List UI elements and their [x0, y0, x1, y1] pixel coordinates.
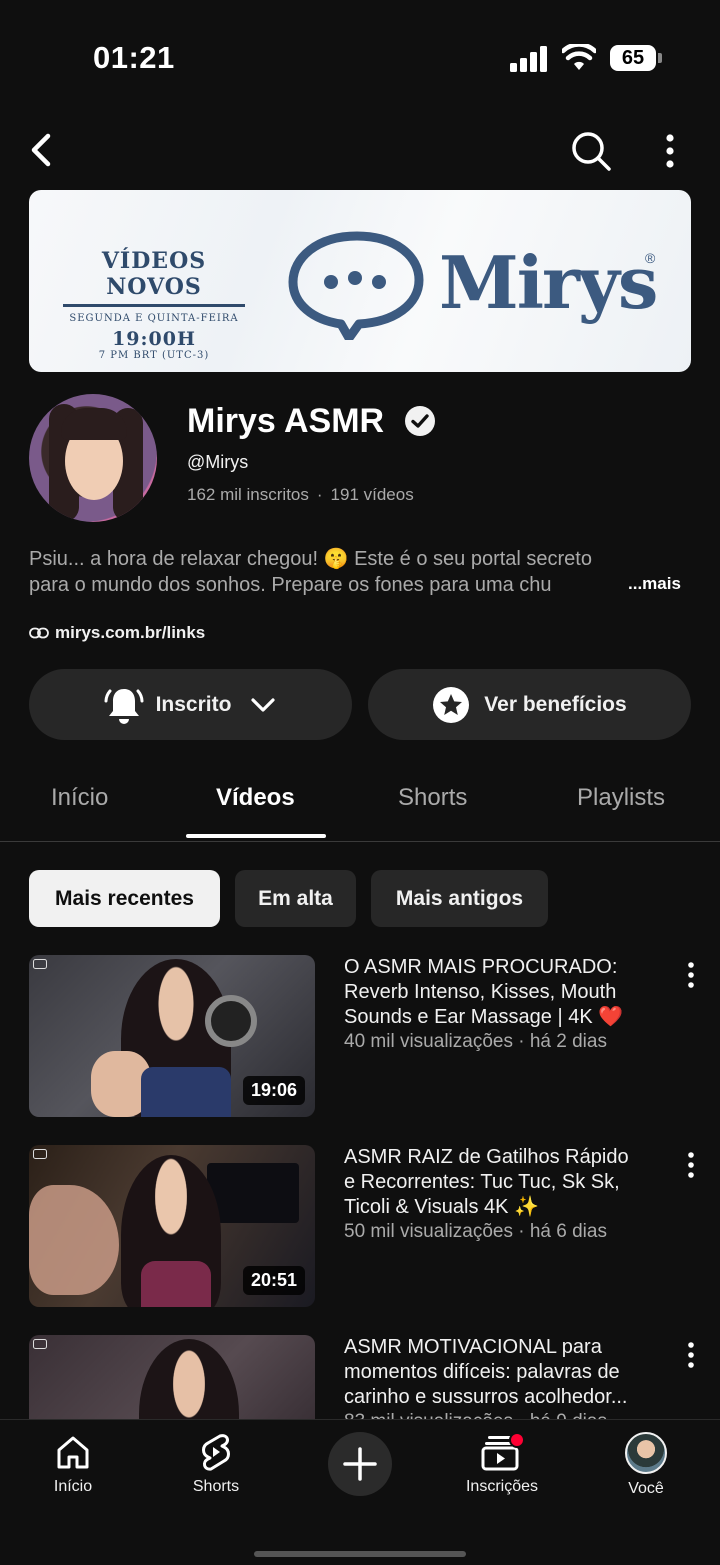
search-icon[interactable] [570, 130, 612, 172]
tab-shorts[interactable]: Shorts [398, 784, 467, 812]
video-count: 191 vídeos [330, 485, 414, 504]
video-title[interactable]: ASMR MOTIVACIONAL para momentos difíceis… [344, 1335, 674, 1410]
banner-days: SEGUNDA E QUINTA-FEIRA [69, 313, 239, 324]
more-options-icon[interactable] [658, 132, 682, 170]
channel-description[interactable]: Psiu... a hora de relaxar chegou! 🤫 Este… [29, 546, 629, 598]
chip-em-alta[interactable]: Em alta [235, 870, 356, 927]
video-duration: 19:06 [242, 1076, 305, 1105]
video-title-line: Sounds e Ear Massage | 4K ❤️ [344, 1006, 624, 1028]
channel-link-text: mirys.com.br/links [55, 623, 206, 642]
video-thumbnail[interactable]: 20:51 [29, 1145, 315, 1307]
video-item[interactable]: 19:06 O ASMR MAIS PROCURADO: Reverb Inte… [29, 955, 699, 1117]
chip-mais-antigos[interactable]: Mais antigos [371, 870, 548, 927]
channel-link[interactable]: mirys.com.br/links [29, 622, 205, 644]
view-benefits-button[interactable]: Ver benefícios [368, 669, 691, 740]
status-time: 01:21 [93, 40, 175, 75]
home-icon [57, 1436, 89, 1469]
verified-check-icon [405, 406, 435, 436]
battery-level: 65 [610, 45, 656, 71]
banner-registered: ® [645, 250, 656, 266]
nav-voce[interactable]: Você [596, 1432, 696, 1498]
cc-icon [33, 1149, 47, 1159]
video-meta: 50 mil visualizações · há 6 dias [344, 1221, 607, 1242]
status-bar: 01:21 65 [0, 0, 720, 110]
video-meta: 40 mil visualizações · há 2 dias [344, 1031, 607, 1052]
description-line-1: Psiu... a hora de relaxar chegou! 🤫 Este… [29, 548, 592, 570]
video-more-options-icon[interactable] [683, 1151, 699, 1179]
video-title-line: ASMR MOTIVACIONAL para [344, 1336, 602, 1358]
channel-handle: @Mirys [187, 452, 249, 472]
nav-label: Início [53, 1478, 93, 1495]
create-button[interactable] [328, 1432, 392, 1496]
banner-hour: 19:00H [112, 328, 196, 350]
channel-tabs: Início Vídeos Shorts Playlists [0, 770, 720, 842]
banner-title: VÍDEOS NOVOS [101, 248, 207, 300]
shorts-icon [202, 1434, 230, 1471]
description-more-link[interactable]: ...mais [628, 574, 681, 594]
video-title-line: carinho e sussurros acolhedor... [344, 1386, 628, 1408]
cc-icon [33, 959, 47, 969]
wifi-icon [562, 44, 596, 70]
banner-schedule: VÍDEOS NOVOS SEGUNDA E QUINTA-FEIRA 19:0… [59, 248, 249, 361]
banner-timezone: 7 PM BRT (UTC-3) [98, 350, 210, 361]
back-arrow-icon[interactable] [26, 130, 58, 170]
nav-inicio[interactable]: Início [23, 1432, 123, 1496]
video-duration: 20:51 [242, 1266, 305, 1295]
subscriptions-icon [481, 1432, 524, 1471]
active-tab-indicator [186, 834, 326, 838]
video-title[interactable]: ASMR RAIZ de Gatilhos Rápido e Recorrent… [344, 1145, 674, 1220]
video-title[interactable]: O ASMR MAIS PROCURADO: Reverb Intenso, K… [344, 955, 674, 1030]
bottom-navigation: Início Shorts Inscrições Você [0, 1419, 720, 1565]
banner-brand: Mirys [439, 240, 658, 325]
avatar [625, 1432, 667, 1474]
home-indicator [254, 1551, 466, 1557]
subscribed-button[interactable]: Inscrito [29, 669, 352, 740]
subscriber-count: 162 mil inscritos [187, 485, 309, 504]
nav-shorts[interactable]: Shorts [166, 1432, 266, 1496]
nav-inscricoes[interactable]: Inscrições [452, 1432, 552, 1496]
video-thumbnail[interactable]: 19:06 [29, 955, 315, 1117]
nav-label: Inscrições [465, 1478, 539, 1495]
video-title-line: Reverb Intenso, Kisses, Mouth [344, 981, 617, 1003]
plus-icon [343, 1447, 377, 1481]
video-title-line: O ASMR MAIS PROCURADO: [344, 956, 618, 978]
speech-bubble-logo-icon [288, 231, 424, 340]
battery-icon: 65 [610, 45, 662, 71]
video-more-options-icon[interactable] [683, 961, 699, 989]
signal-icon [510, 46, 547, 72]
star-badge-icon [433, 686, 470, 723]
tab-playlists[interactable]: Playlists [577, 784, 665, 812]
video-more-options-icon[interactable] [683, 1341, 699, 1369]
chip-mais-recentes[interactable]: Mais recentes [29, 870, 220, 927]
video-title-line: ASMR RAIZ de Gatilhos Rápido [344, 1146, 629, 1168]
cc-icon [33, 1339, 47, 1349]
channel-banner: VÍDEOS NOVOS SEGUNDA E QUINTA-FEIRA 19:0… [29, 190, 691, 372]
link-icon [29, 627, 49, 639]
subscribed-label: Inscrito [155, 692, 232, 716]
tab-videos[interactable]: Vídeos [216, 784, 295, 812]
view-benefits-label: Ver benefícios [484, 692, 627, 716]
tab-inicio[interactable]: Início [51, 784, 108, 812]
description-line-2: para o mundo dos sonhos. Prepare os fone… [29, 574, 552, 596]
nav-label: Shorts [192, 1478, 240, 1495]
channel-avatar[interactable] [29, 394, 157, 522]
video-title-line: Ticoli & Visuals 4K ✨ [344, 1196, 539, 1218]
channel-stats: 162 mil inscritos · 191 vídeos [187, 485, 414, 504]
bell-icon [104, 688, 144, 724]
video-title-line: momentos difíceis: palavras de [344, 1361, 620, 1383]
chevron-down-icon [251, 697, 276, 712]
video-title-line: e Recorrentes: Tuc Tuc, Sk Sk, [344, 1171, 620, 1193]
channel-name: Mirys ASMR [187, 402, 385, 440]
video-item[interactable]: 20:51 ASMR RAIZ de Gatilhos Rápido e Rec… [29, 1145, 699, 1307]
nav-label: Você [628, 1480, 664, 1497]
